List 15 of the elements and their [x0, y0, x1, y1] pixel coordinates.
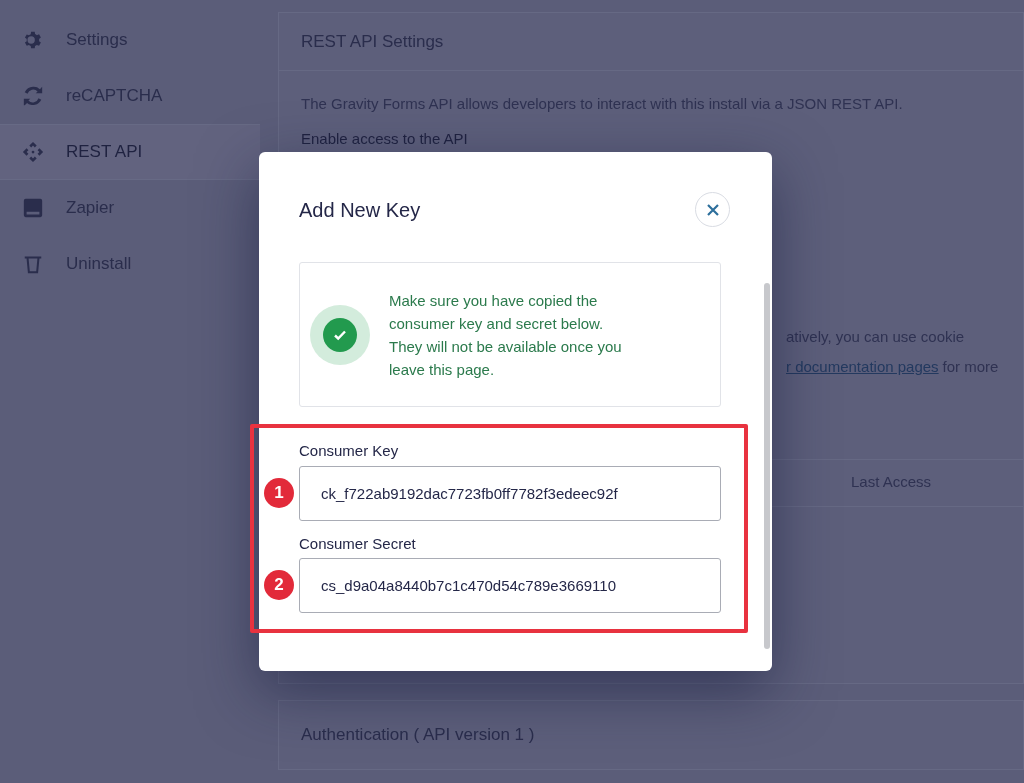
field-label: Consumer Secret: [299, 533, 417, 554]
number-badge: 2: [264, 570, 294, 600]
key-field[interactable]: ck_f722ab9192dac7723fb0ff7782f3edeec92f: [299, 465, 721, 521]
field-label: Consumer Key: [299, 441, 400, 461]
modal-title: Add New Key: [299, 197, 421, 223]
notice-text: Make sure you have copied the consumer key and secret below. They will not be available once you leave this page.: [389, 290, 623, 380]
sidebar-item[interactable]: REST API: [0, 124, 260, 180]
panel-icon: [22, 197, 44, 219]
close-icon: [706, 203, 719, 216]
number-badge: 1: [264, 477, 294, 508]
gear-icon: [22, 29, 44, 51]
four-arrows-icon: [22, 141, 44, 163]
key-field[interactable]: cs_d9a04a8440b7c1c470d54c789e3669110: [299, 558, 721, 613]
enable-label: Enable access to the API: [301, 129, 469, 148]
circular-arrows-icon: [22, 85, 44, 107]
